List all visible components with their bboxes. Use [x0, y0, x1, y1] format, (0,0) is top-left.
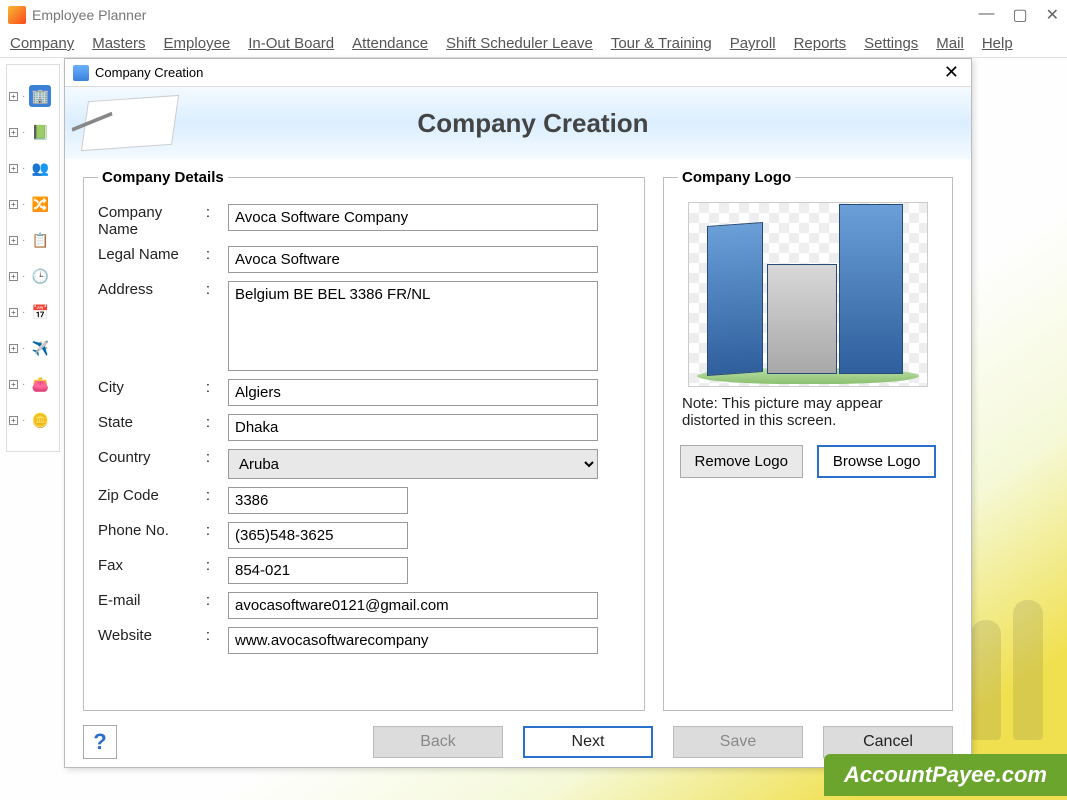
label-address: Address:	[98, 281, 228, 298]
city-input[interactable]	[228, 379, 598, 406]
main-titlebar: Employee Planner — ▢ ✕	[0, 0, 1067, 30]
email-input[interactable]	[228, 592, 598, 619]
label-country: Country:	[98, 449, 228, 466]
label-zip: Zip Code:	[98, 487, 228, 504]
menu-inout[interactable]: In-Out Board	[248, 35, 334, 52]
clock-icon: 🕒	[29, 265, 51, 287]
tree-item-employee[interactable]: +·👥	[9, 157, 57, 179]
tree-item-finance[interactable]: +·🪙	[9, 409, 57, 431]
wallet-icon: 👛	[29, 373, 51, 395]
company-name-input[interactable]	[228, 204, 598, 231]
dialog-close-button[interactable]: ✕	[940, 62, 963, 83]
tree-item-inout[interactable]: +·🔀	[9, 193, 57, 215]
label-city: City:	[98, 379, 228, 396]
arrows-icon: 🔀	[29, 193, 51, 215]
company-creation-dialog: Company Creation ✕ Company Creation Comp…	[64, 58, 972, 768]
browse-logo-button[interactable]: Browse Logo	[817, 445, 937, 478]
menu-help[interactable]: Help	[982, 35, 1013, 52]
minimize-button[interactable]: —	[978, 5, 994, 25]
app-title: Employee Planner	[32, 7, 146, 23]
next-button[interactable]: Next	[523, 726, 653, 758]
tree-item-masters[interactable]: +·📗	[9, 121, 57, 143]
close-button[interactable]: ✕	[1046, 5, 1059, 25]
label-fax: Fax:	[98, 557, 228, 574]
company-logo-fieldset: Company Logo Note: This picture may appe…	[663, 169, 953, 711]
tree-item-payroll[interactable]: +·👛	[9, 373, 57, 395]
stack-icon: 📗	[29, 121, 51, 143]
maximize-button[interactable]: ▢	[1012, 5, 1027, 25]
plane-icon: ✈️	[29, 337, 51, 359]
calendar-icon: 📅	[29, 301, 51, 323]
menu-masters[interactable]: Masters	[92, 35, 145, 52]
tree-item-company[interactable]: +·🏢	[9, 85, 57, 107]
dialog-body: Company Details Company Name: Legal Name…	[65, 159, 971, 717]
phone-input[interactable]	[228, 522, 408, 549]
banner-title: Company Creation	[175, 108, 891, 139]
website-input[interactable]	[228, 627, 598, 654]
tree-item-attendance[interactable]: +·📋	[9, 229, 57, 251]
label-email: E-mail:	[98, 592, 228, 609]
remove-logo-button[interactable]: Remove Logo	[680, 445, 803, 478]
label-legal-name: Legal Name:	[98, 246, 228, 263]
menu-tour[interactable]: Tour & Training	[611, 35, 712, 52]
label-state: State:	[98, 414, 228, 431]
legal-name-input[interactable]	[228, 246, 598, 273]
logo-legend: Company Logo	[678, 169, 795, 186]
tree-item-shift[interactable]: +·🕒	[9, 265, 57, 287]
people-icon: 👥	[29, 157, 51, 179]
side-tree: +·🏢 +·📗 +·👥 +·🔀 +·📋 +·🕒 +·📅 +·✈️ +·👛 +·🪙	[6, 64, 60, 452]
dialog-banner: Company Creation	[65, 87, 971, 159]
label-company-name: Company Name:	[98, 204, 228, 238]
label-website: Website:	[98, 627, 228, 644]
dialog-titlebar: Company Creation ✕	[65, 59, 971, 87]
building-icon: 🏢	[29, 85, 51, 107]
coin-icon: 🪙	[29, 409, 51, 431]
menu-mail[interactable]: Mail	[936, 35, 964, 52]
main-area: +·🏢 +·📗 +·👥 +·🔀 +·📋 +·🕒 +·📅 +·✈️ +·👛 +·🪙…	[0, 58, 1067, 800]
zip-input[interactable]	[228, 487, 408, 514]
background-silhouette	[967, 560, 1047, 740]
notebook-icon	[81, 95, 179, 151]
menu-payroll[interactable]: Payroll	[730, 35, 776, 52]
country-select[interactable]: Aruba	[228, 449, 598, 479]
logo-preview	[688, 202, 928, 387]
app-icon	[8, 6, 26, 24]
state-input[interactable]	[228, 414, 598, 441]
dialog-icon	[73, 65, 89, 81]
clipboard-icon: 📋	[29, 229, 51, 251]
fax-input[interactable]	[228, 557, 408, 584]
menubar: Company Masters Employee In-Out Board At…	[0, 30, 1067, 58]
menu-employee[interactable]: Employee	[164, 35, 231, 52]
company-details-fieldset: Company Details Company Name: Legal Name…	[83, 169, 645, 711]
dialog-title: Company Creation	[95, 65, 203, 80]
back-button[interactable]: Back	[373, 726, 503, 758]
logo-note: Note: This picture may appear distorted …	[682, 395, 934, 429]
label-phone: Phone No.:	[98, 522, 228, 539]
menu-company[interactable]: Company	[10, 35, 74, 52]
tree-item-calendar[interactable]: +·📅	[9, 301, 57, 323]
watermark: AccountPayee.com	[824, 754, 1067, 796]
menu-attendance[interactable]: Attendance	[352, 35, 428, 52]
save-button[interactable]: Save	[673, 726, 803, 758]
menu-settings[interactable]: Settings	[864, 35, 918, 52]
tree-item-tour[interactable]: +·✈️	[9, 337, 57, 359]
help-button[interactable]: ?	[83, 725, 117, 759]
address-input[interactable]: Belgium BE BEL 3386 FR/NL	[228, 281, 598, 371]
details-legend: Company Details	[98, 169, 228, 186]
menu-reports[interactable]: Reports	[794, 35, 847, 52]
menu-shift[interactable]: Shift Scheduler Leave	[446, 35, 593, 52]
window-controls: — ▢ ✕	[978, 5, 1059, 25]
